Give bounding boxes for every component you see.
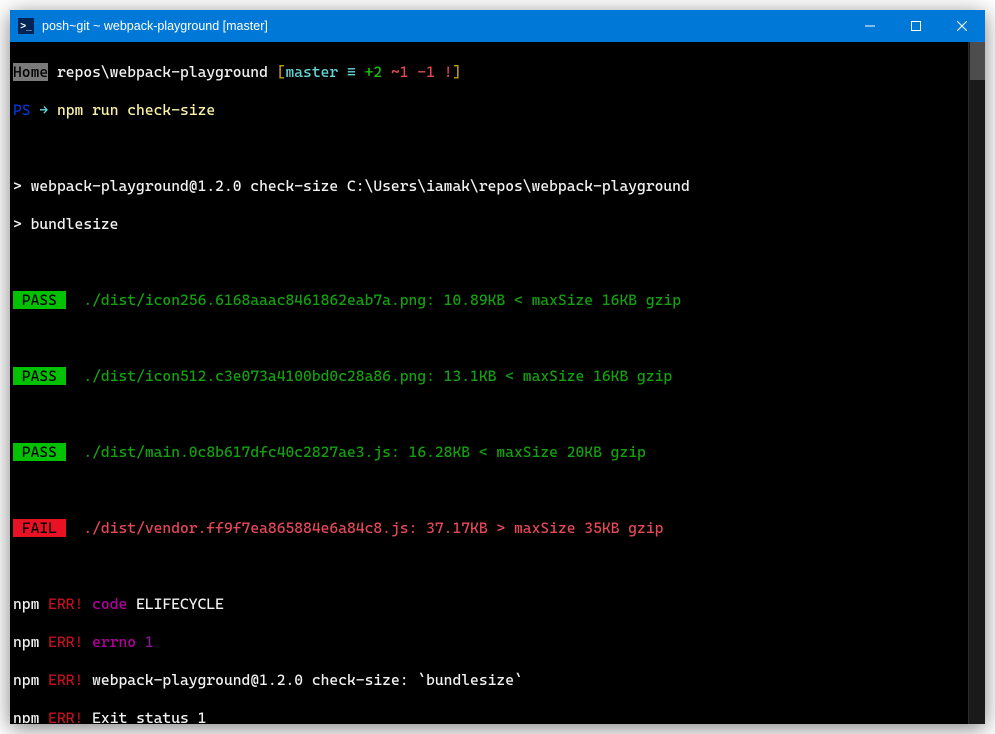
prompt-path: repos\webpack-playground [48,63,277,81]
npm-label: npm [13,595,39,613]
err-errno-val: 1 [136,633,154,651]
err-msg: webpack-playground@1.2.0 check-size: `bu… [83,671,522,689]
window-title: posh~git ~ webpack-playground [master] [42,19,268,33]
pass-badge: PASS [13,367,66,385]
branch-name: master [285,63,338,81]
blank-line [13,329,964,348]
pass-line-2: ./dist/icon512.c3e073a4100bd0c28a86.png:… [66,367,672,385]
pass-line-3: ./dist/main.0c8b617dfc40c2827ae3.js: 16.… [66,443,646,461]
npm-label: npm [13,671,39,689]
minimize-button[interactable] [847,10,893,42]
blank-line [13,253,964,272]
close-button[interactable] [939,10,985,42]
equiv: ≡ [338,63,356,81]
git-tilde: ~1 [382,63,408,81]
fail-line-1: ./dist/vendor.ff9f7ea865884e6a84c8.js: 3… [66,519,664,537]
bracket-close: ] [452,63,461,81]
scroll-down-icon[interactable] [969,707,985,724]
blank-line [13,557,964,576]
ps-arrow: → [31,101,57,119]
git-plus: +2 [356,63,382,81]
err-errno-key: errno [83,633,136,651]
blank-line [13,139,964,158]
err-msg: Exit status 1 [83,709,206,723]
err-label: ERR! [39,709,83,723]
npm-label: npm [13,633,39,651]
command-text: npm run check-size [57,101,215,119]
terminal-content[interactable]: Home repos\webpack-playground [master ≡ … [11,43,966,723]
pass-badge: PASS [13,443,66,461]
npm-header: > webpack-playground@1.2.0 check-size C:… [13,177,964,196]
fail-badge: FAIL [13,519,66,537]
terminal-window: >_ posh~git ~ webpack-playground [master… [10,10,985,724]
git-exclaim: ! [435,63,453,81]
vertical-scrollbar[interactable] [968,42,985,724]
maximize-button[interactable] [893,10,939,42]
err-label: ERR! [39,633,83,651]
pass-line-1: ./dist/icon256.6168aaac8461862eab7a.png:… [66,291,681,309]
powershell-icon: >_ [18,18,34,34]
blank-line [13,405,964,424]
err-code-key: code [83,595,127,613]
terminal-area[interactable]: Home repos\webpack-playground [master ≡ … [10,42,985,724]
pass-badge: PASS [13,291,66,309]
ps-label: PS [13,101,31,119]
err-label: ERR! [39,671,83,689]
git-minus: -1 [409,63,435,81]
err-label: ERR! [39,595,83,613]
err-code-val: ELIFECYCLE [127,595,224,613]
blank-line [13,481,964,500]
titlebar[interactable]: >_ posh~git ~ webpack-playground [master… [10,10,985,42]
npm-label: npm [13,709,39,723]
scrollbar-thumb[interactable] [970,42,985,80]
npm-header-2: > bundlesize [13,215,964,234]
home-badge: Home [13,63,48,81]
